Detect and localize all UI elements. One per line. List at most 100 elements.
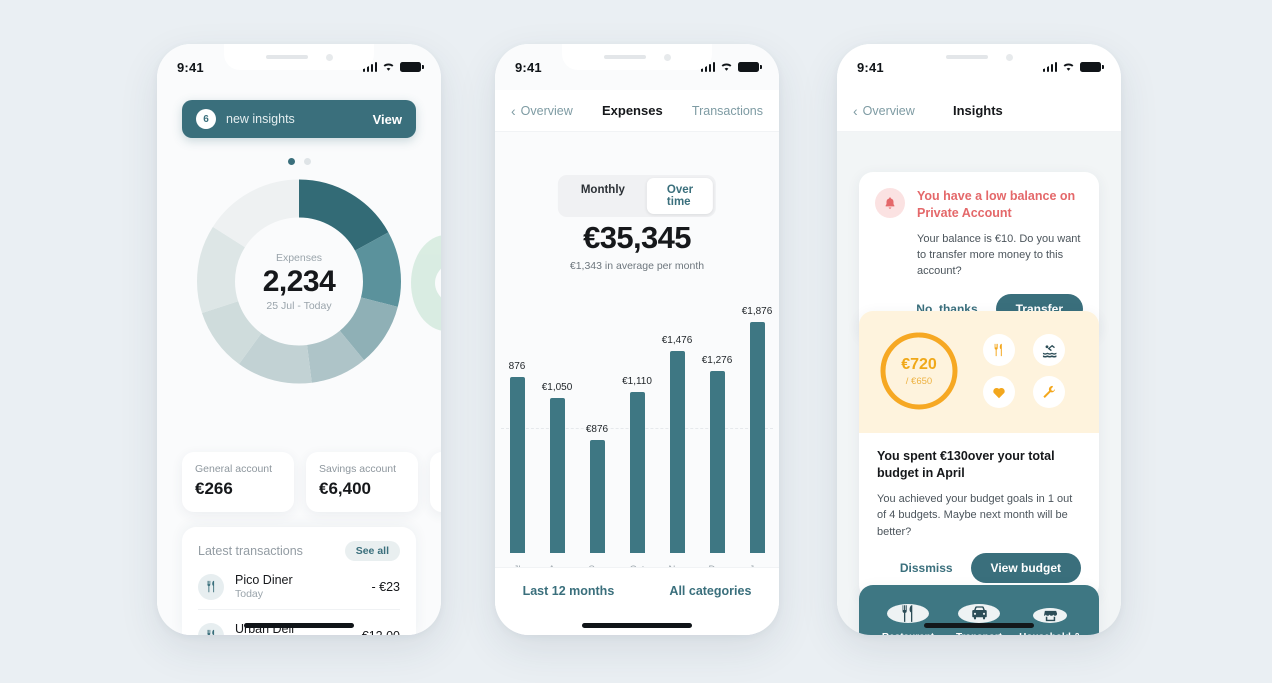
notch [562, 44, 712, 70]
notch [904, 44, 1054, 70]
dismiss-button[interactable]: Dissmiss [896, 555, 957, 581]
account-card-savings[interactable]: Savings account €6,400 [306, 452, 418, 512]
bar-column-oct[interactable]: €1,110 [619, 306, 655, 553]
bar-column-sep[interactable]: €876 [579, 306, 615, 553]
donut-next-card-peek[interactable] [411, 235, 441, 331]
bar-column-aug[interactable]: €1,050 [539, 306, 575, 553]
category-transport[interactable]: Transport [948, 604, 1010, 635]
transactions-header: Latest transactions See all [198, 541, 400, 561]
transaction-row[interactable]: Pico Diner Today - €23 [198, 561, 400, 609]
view-mode-segmented-control[interactable]: Monthly Over time [557, 175, 717, 217]
budget-ring-text: €720 / €650 [877, 329, 961, 413]
bar-column-jul[interactable]: 876 [499, 306, 535, 553]
bar-aug[interactable] [549, 398, 565, 553]
account-label: Savings account [319, 463, 397, 475]
battery-icon [738, 62, 762, 72]
budget-details: You spent €130over your total budget in … [859, 433, 1099, 599]
restaurant-icon[interactable] [983, 334, 1015, 366]
carousel-dot-1[interactable] [287, 158, 295, 165]
navigation-bar: ‹ Overview Expenses Transactions [495, 90, 779, 132]
budget-category-icons [983, 334, 1065, 408]
health-icon[interactable] [983, 376, 1015, 408]
budget-insight-card: €720 / €650 You spent €130over your tota… [859, 311, 1099, 600]
donut-label: Expenses [275, 251, 323, 264]
category-household[interactable]: Household & [1019, 604, 1081, 635]
status-icons [1042, 62, 1104, 72]
restaurant-icon [887, 604, 929, 623]
phone-expenses: 9:41 ‹ Overview Expenses Transactions Mo… [495, 44, 779, 635]
back-to-overview-button[interactable]: ‹ Overview [853, 104, 915, 118]
bar-value-label: €1,050 [541, 382, 573, 393]
phone-overview: 9:41 6 new insights View Expenses 2,234 … [157, 44, 441, 635]
see-all-button[interactable]: See all [344, 541, 400, 561]
segment-over-time[interactable]: Over time [646, 178, 714, 214]
budget-spent: €720 [901, 355, 937, 373]
account-value: €6,400 [319, 479, 371, 498]
home-indicator [582, 623, 692, 628]
transactions-link[interactable]: Transactions [692, 104, 763, 118]
home-indicator [924, 623, 1034, 628]
accounts-row: General account €266 Savings account €6,… [182, 452, 441, 512]
status-time: 9:41 [515, 59, 542, 75]
back-label: Overview [862, 103, 915, 118]
all-categories-filter[interactable]: All categories [669, 584, 751, 598]
bar-oct[interactable] [629, 392, 645, 553]
account-label: General account [195, 463, 273, 475]
carousel-dots [157, 158, 441, 165]
expenses-donut-chart[interactable]: Expenses 2,234 25 Jul - Today [157, 179, 441, 384]
view-insights-button[interactable]: View [373, 112, 402, 127]
donut-value: 2,234 [262, 264, 336, 298]
view-budget-button[interactable]: View budget [970, 553, 1081, 584]
account-card-peek[interactable] [430, 452, 441, 512]
bar-value-label: 876 [508, 361, 526, 372]
shop-icon [1033, 608, 1067, 623]
bar-sep[interactable] [589, 440, 605, 553]
average-per-month-label: €1,343 in average per month [569, 260, 705, 272]
bar-value-label: €1,876 [741, 306, 773, 317]
restaurant-icon [198, 622, 224, 635]
bar-column-dec[interactable]: €1,276 [699, 306, 735, 553]
budget-actions: Dissmiss View budget [877, 553, 1081, 584]
transaction-row[interactable]: Urban Deli Yesterday - €12,00 [198, 609, 400, 635]
new-insights-banner[interactable]: 6 new insights View [182, 100, 416, 138]
car-icon [958, 604, 1000, 623]
battery-icon [400, 62, 424, 72]
tools-icon[interactable] [1033, 376, 1065, 408]
last-12-months-filter[interactable]: Last 12 months [523, 584, 615, 598]
bar-jul[interactable] [509, 377, 525, 553]
transaction-amount: - €12,00 [354, 629, 400, 636]
bar-column-nov[interactable]: €1,476 [659, 306, 695, 553]
carousel-dot-2[interactable] [303, 158, 311, 165]
bell-icon [875, 188, 905, 218]
status-time: 9:41 [177, 59, 204, 75]
category-label: Household & [1019, 632, 1081, 635]
category-restaurant[interactable]: Restaurant [877, 604, 939, 635]
screenshot-stage: 9:41 6 new insights View Expenses 2,234 … [0, 0, 1272, 683]
phone-insights: 9:41 ‹ Overview Insights You have a low … [837, 44, 1121, 635]
pool-icon[interactable] [1033, 334, 1065, 366]
insights-count-badge: 6 [196, 109, 216, 129]
wifi-icon [720, 62, 733, 72]
budget-body: You achieved your budget goals in 1 out … [877, 492, 1073, 538]
navigation-bar: ‹ Overview Insights [837, 90, 1121, 132]
expenses-bar-chart[interactable]: 876 €1,050 €876 €1,110 €1,476 €1,276 €1,… [495, 294, 779, 579]
status-icons [700, 62, 762, 72]
bar-dec[interactable] [709, 371, 725, 553]
bar-nov[interactable] [669, 351, 685, 553]
bar-column-jan[interactable]: €1,876 [739, 306, 775, 553]
back-to-overview-button[interactable]: ‹ Overview [511, 104, 573, 118]
segment-monthly[interactable]: Monthly [561, 178, 645, 214]
bar-jan[interactable] [749, 322, 765, 553]
account-value: €266 [195, 479, 233, 498]
alert-title: You have a low balance on Private Accoun… [917, 189, 1076, 220]
phone2-screen: 9:41 ‹ Overview Expenses Transactions Mo… [495, 44, 779, 635]
donut-date-range: 25 Jul - Today [266, 299, 332, 312]
account-card-general[interactable]: General account €266 [182, 452, 294, 512]
donut-center-text: Expenses 2,234 25 Jul - Today [234, 252, 364, 312]
chevron-left-icon: ‹ [511, 102, 516, 119]
bar-value-label: €876 [585, 424, 609, 435]
transaction-name: Pico Diner [235, 573, 293, 587]
budget-summary: €720 / €650 [859, 311, 1099, 433]
wifi-icon [1062, 62, 1075, 72]
status-time: 9:41 [857, 59, 884, 75]
